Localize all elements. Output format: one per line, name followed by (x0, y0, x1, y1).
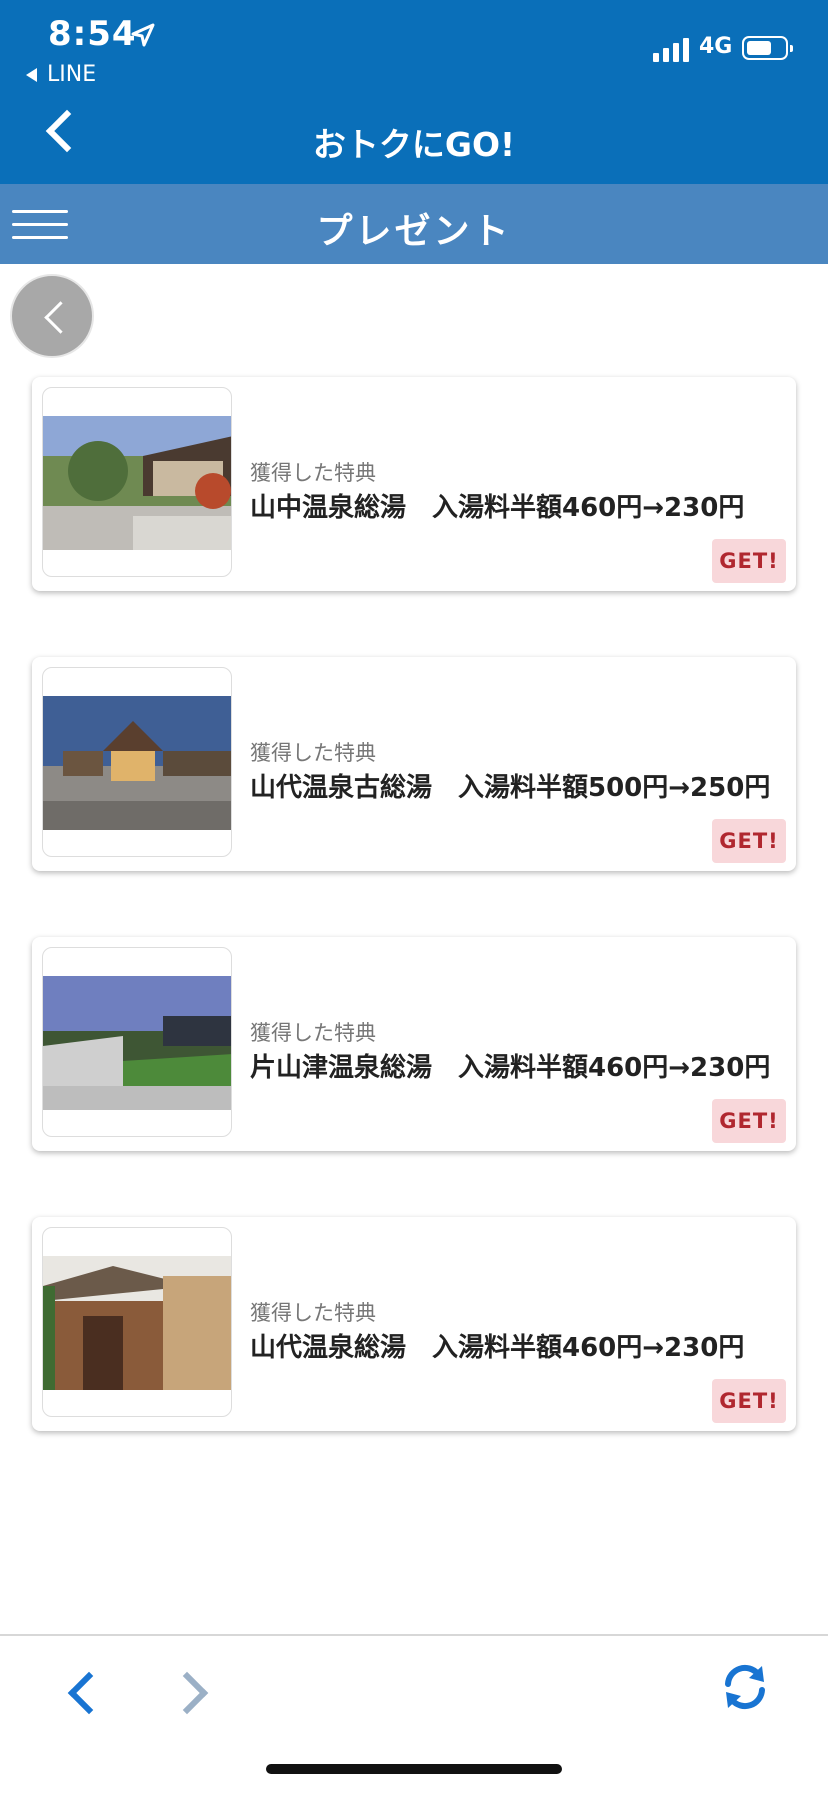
section-title: プレゼント (316, 211, 512, 252)
card-thumbnail (42, 667, 232, 857)
present-card[interactable]: 獲得した特典 山代温泉古総湯 入湯料半額500円→250円 GET! (32, 657, 796, 871)
get-button[interactable]: GET! (712, 1379, 786, 1423)
item-label: 獲得した特典 (250, 1021, 376, 1045)
network-type: 4G (699, 34, 733, 59)
signal-icon (653, 36, 691, 62)
app-header: 8:54 LINE 4G おトクにGO! (0, 0, 828, 184)
item-name: 山代温泉古総湯 入湯料半額500円→250円 (250, 773, 771, 803)
browser-back-button[interactable] (67, 1671, 111, 1715)
onsen-photo-yamashiro-soyu (43, 1256, 231, 1390)
circle-back-button[interactable] (10, 274, 94, 358)
location-arrow-icon (131, 23, 155, 47)
battery-icon (742, 36, 793, 60)
card-thumbnail (42, 1227, 232, 1417)
home-indicator (266, 1764, 562, 1774)
present-card[interactable]: 獲得した特典 片山津温泉総湯 入湯料半額460円→230円 GET! (32, 937, 796, 1151)
get-button[interactable]: GET! (712, 819, 786, 863)
get-button[interactable]: GET! (712, 539, 786, 583)
item-name: 山代温泉総湯 入湯料半額460円→230円 (250, 1333, 745, 1363)
item-label: 獲得した特典 (250, 741, 376, 765)
back-app-label: LINE (47, 62, 97, 87)
present-card[interactable]: 獲得した特典 山代温泉総湯 入湯料半額460円→230円 GET! (32, 1217, 796, 1431)
item-name: 山中温泉総湯 入湯料半額460円→230円 (250, 493, 745, 523)
present-card[interactable]: 獲得した特典 山中温泉総湯 入湯料半額460円→230円 GET! (32, 377, 796, 591)
back-triangle-icon (26, 68, 37, 82)
status-time: 8:54 (48, 14, 137, 54)
section-header: プレゼント (0, 184, 828, 264)
back-chevron-icon (44, 301, 77, 334)
item-label: 獲得した特典 (250, 461, 376, 485)
get-button[interactable]: GET! (712, 1099, 786, 1143)
onsen-photo-yamashiro-kosoyu (43, 696, 231, 830)
onsen-photo-katayamazu (43, 976, 231, 1110)
browser-forward-button[interactable] (165, 1671, 209, 1715)
item-label: 獲得した特典 (250, 1301, 376, 1325)
back-to-app-link[interactable]: LINE (26, 62, 96, 87)
card-thumbnail (42, 947, 232, 1137)
page-title: おトクにGO! (312, 125, 516, 164)
refresh-icon[interactable] (720, 1662, 770, 1712)
card-thumbnail (42, 387, 232, 577)
onsen-photo-yamanaka (43, 416, 231, 550)
item-name: 片山津温泉総湯 入湯料半額460円→230円 (250, 1053, 771, 1083)
